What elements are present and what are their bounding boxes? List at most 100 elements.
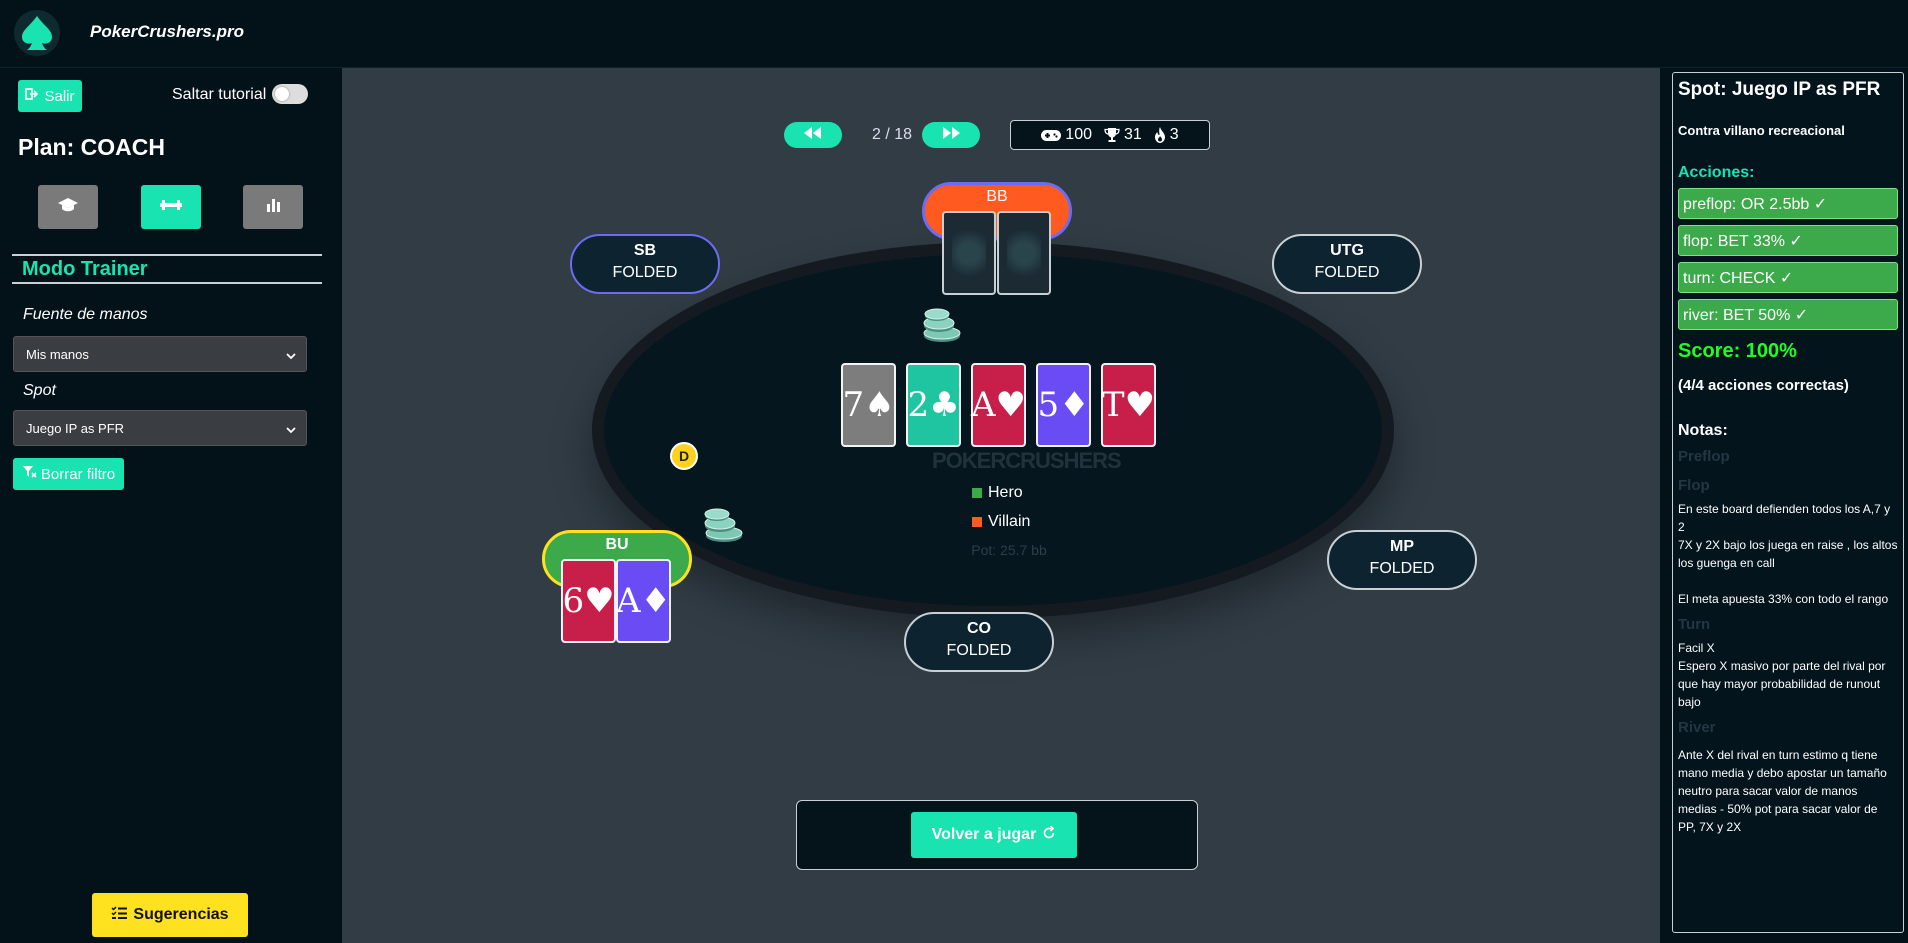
app-title[interactable]: PokerCrushers.pro: [90, 22, 244, 42]
board-card: 5♦: [1036, 363, 1091, 447]
bar-chart-icon: [265, 197, 281, 218]
pot-amount: Pot: 25.7 bb: [971, 542, 1047, 558]
table-watermark: POKERCRUSHERS: [932, 448, 1122, 473]
seat-bu-position: BU: [605, 536, 629, 553]
learn-mode-button[interactable]: [38, 185, 98, 229]
streak-count: 3: [1169, 126, 1179, 143]
hero-chips-icon: [700, 506, 743, 542]
action-item: flop: BET 33% ✓: [1678, 225, 1898, 256]
sidebar: Salir Saltar tutorial Plan: COACH Modo T…: [0, 68, 342, 943]
hand-source-label: Fuente de manos: [23, 306, 148, 323]
legend-hero: Hero: [972, 484, 1023, 502]
top-bar: PokerCrushers.pro: [0, 0, 1908, 68]
trophies-count: 31: [1124, 126, 1142, 143]
suggestions-button[interactable]: Sugerencias: [92, 893, 248, 937]
dumbbell-icon: [160, 198, 182, 217]
hands-count: 100: [1065, 126, 1092, 143]
spade-logo-icon[interactable]: [14, 10, 60, 56]
score: Score: 100%: [1678, 340, 1797, 362]
note-text: En este board defienden todos los A,7 y …: [1678, 502, 1891, 534]
trophy-icon: [1104, 127, 1120, 143]
spot-panel: Spot: Juego IP as PFR Contra villano rec…: [1672, 72, 1904, 933]
board-card: 2♣: [906, 363, 961, 447]
chevron-down-icon: [286, 348, 296, 363]
board-card: A♥: [971, 363, 1026, 447]
villain-color-swatch: [972, 517, 982, 527]
stats-mode-button[interactable]: [243, 185, 303, 229]
villain-card-back: [997, 211, 1051, 295]
note-text: Facil X: [1678, 641, 1715, 655]
hand-source-value: Mis manos: [26, 347, 89, 362]
board-card: T♥: [1101, 363, 1156, 447]
spot-title: Spot: Juego IP as PFR: [1678, 79, 1881, 100]
spot-value: Juego IP as PFR: [26, 421, 125, 436]
legend-villain: Villain: [972, 513, 1030, 531]
spot-label: Spot: [23, 382, 56, 399]
seat-status: FOLDED: [612, 264, 678, 281]
clear-filter-label: Borrar filtro: [40, 465, 116, 483]
skip-tutorial-label: Saltar tutorial: [172, 86, 267, 103]
spot-select[interactable]: Juego IP as PFR: [13, 410, 307, 446]
poker-table-area: 2 / 18 100 31 3 SB FOLDED UTG FOLDED MP …: [342, 68, 1660, 943]
actions-heading: Acciones:: [1678, 164, 1755, 181]
forward-icon: [942, 126, 960, 144]
seat-co: CO FOLDED: [904, 612, 1054, 672]
seat-sb: SB FOLDED: [570, 234, 720, 294]
list-check-icon: [111, 905, 128, 925]
action-item: river: BET 50% ✓: [1678, 299, 1898, 330]
seat-status: FOLDED: [946, 642, 1012, 659]
villain-card-back: [942, 211, 996, 295]
sign-out-icon: [25, 87, 39, 105]
seat-position: MP: [1390, 538, 1414, 555]
fire-icon: [1154, 127, 1166, 143]
seat-position: CO: [967, 620, 991, 637]
correct-count: (4/4 acciones correctas): [1678, 377, 1849, 394]
redo-icon: [1042, 824, 1056, 845]
play-again-box: Volver a jugar: [796, 800, 1198, 870]
exit-label: Salir: [44, 87, 75, 105]
seat-mp: MP FOLDED: [1327, 530, 1477, 590]
hero-color-swatch: [972, 488, 982, 498]
seat-position: UTG: [1330, 242, 1364, 259]
suggestions-label: Sugerencias: [133, 906, 229, 923]
notes-heading: Notas:: [1678, 422, 1728, 439]
clear-filter-button[interactable]: Borrar filtro: [13, 458, 124, 490]
action-item: preflop: OR 2.5bb ✓: [1678, 188, 1898, 219]
backward-icon: [804, 126, 822, 144]
note-text: El meta apuesta 33% con todo el rango: [1678, 592, 1889, 606]
legend-villain-label: Villain: [988, 513, 1031, 530]
seat-status: FOLDED: [1314, 264, 1380, 281]
note-river-heading: River: [1678, 719, 1716, 736]
exit-button[interactable]: Salir: [18, 80, 82, 112]
streak-stat: 3: [1154, 126, 1179, 144]
spot-subtitle: Contra villano recreacional: [1678, 123, 1845, 138]
hand-source-select[interactable]: Mis manos: [13, 336, 307, 372]
chevron-down-icon: [286, 422, 296, 437]
play-again-button[interactable]: Volver a jugar: [911, 812, 1077, 858]
trainer-mode-button[interactable]: [141, 185, 201, 229]
bet-chips-icon: [920, 306, 962, 342]
note-text: 7X y 2X bajo los juega en raise , los al…: [1678, 538, 1898, 570]
seat-utg: UTG FOLDED: [1272, 234, 1422, 294]
right-panel: Spot: Juego IP as PFR Contra villano rec…: [1660, 68, 1908, 943]
hand-counter: 2 / 18: [871, 126, 913, 143]
next-hand-button[interactable]: [922, 122, 980, 148]
note-turn-heading: Turn: [1678, 616, 1711, 633]
dealer-button: D: [670, 442, 698, 470]
stats-bar: 100 31 3: [1010, 120, 1210, 150]
action-item: turn: CHECK ✓: [1678, 262, 1898, 293]
hero-card: A♦: [616, 559, 671, 643]
trophies-stat: 31: [1104, 126, 1142, 144]
skip-tutorial-toggle[interactable]: [272, 84, 308, 104]
plan-title: Plan: COACH: [18, 134, 165, 160]
hero-card: 6♥: [561, 559, 616, 643]
note-text: Espero X masivo por parte del rival por …: [1678, 659, 1886, 709]
gamepad-icon: [1041, 129, 1062, 142]
hands-stat: 100: [1041, 126, 1092, 144]
previous-hand-button[interactable]: [784, 122, 842, 148]
legend-hero-label: Hero: [988, 484, 1023, 501]
seat-bb-position: BB: [986, 188, 1008, 205]
mode-title: Modo Trainer: [12, 254, 322, 284]
board-card: 7♠: [841, 363, 896, 447]
filter-clear-icon: [22, 465, 37, 483]
